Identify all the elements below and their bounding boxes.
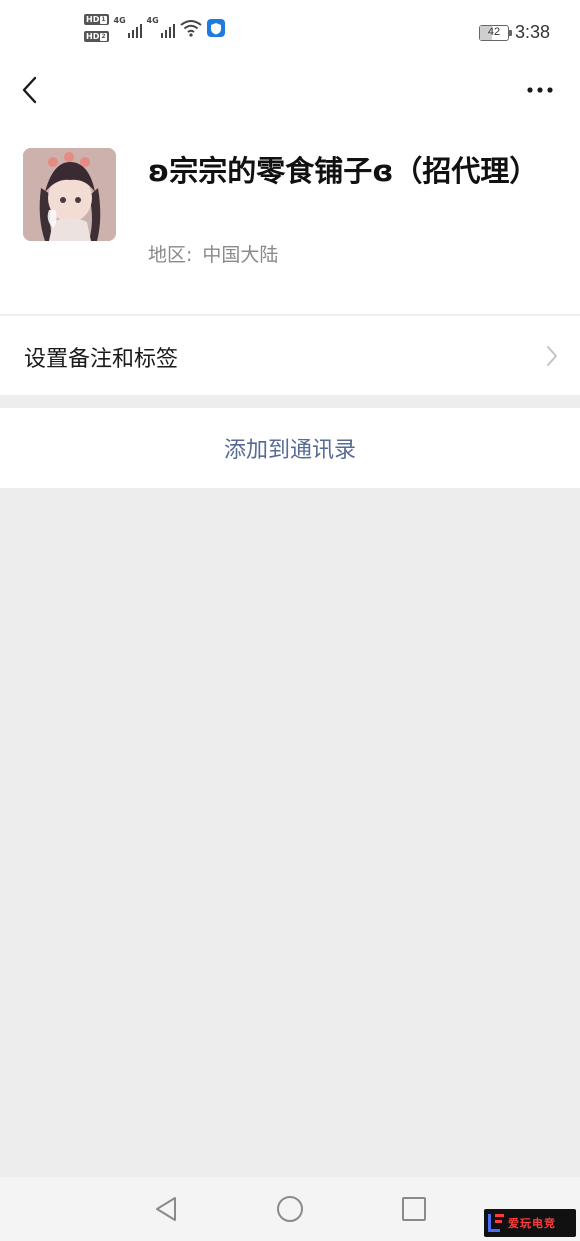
watermark-icon [487, 1212, 505, 1234]
back-triangle-icon [156, 1197, 176, 1221]
watermark-text: 爱玩电竞 [508, 1217, 556, 1230]
network-type-1: 4G [113, 16, 126, 25]
recents-square-icon [402, 1197, 426, 1221]
contact-profile-screen: HD 1 HD 2 4G 4G 42 3:38 ʚ宗宗的零食铺子ɞ（招代理） 地… [0, 0, 580, 1241]
status-left: HD 1 HD 2 4G 4G [84, 14, 225, 42]
home-circle-icon [277, 1196, 303, 1222]
avatar[interactable] [23, 148, 116, 241]
battery-icon: 42 [478, 24, 512, 41]
avatar-image [23, 148, 116, 241]
set-remark-and-tags-row[interactable]: 设置备注和标签 [0, 315, 580, 395]
chevron-right-icon [547, 346, 557, 366]
signal-icon: 4G [113, 16, 142, 38]
region-value: 中国大陆 [202, 244, 279, 266]
shield-icon [206, 19, 225, 37]
status-time: 3:38 [514, 22, 550, 42]
region-row: 地区: 中国大陆 [148, 240, 278, 267]
wifi-icon [179, 19, 202, 37]
add-to-contacts-button[interactable]: 添加到通讯录 [0, 408, 580, 488]
hd-sim2-index: 2 [100, 32, 107, 41]
signal-icon: 4G [146, 16, 175, 38]
hd-sim1-index: 1 [100, 15, 107, 24]
hd-sim1-icon: HD 1 [84, 14, 109, 25]
profile-card: ʚ宗宗的零食铺子ɞ（招代理） 地区: 中国大陆 [0, 114, 580, 314]
network-type-2: 4G [146, 16, 159, 25]
hd-sim1-label: HD [86, 15, 100, 24]
status-right: 42 3:38 [478, 22, 550, 43]
more-dots-icon [527, 87, 553, 93]
hd-sim2-label: HD [86, 32, 100, 41]
hd-sim2-icon: HD 2 [84, 31, 109, 42]
system-recents-button[interactable] [396, 1191, 432, 1227]
system-back-button[interactable] [148, 1191, 184, 1227]
watermark-logo: 爱玩电竞 [484, 1209, 576, 1237]
nickname: ʚ宗宗的零食铺子ɞ（招代理） [148, 154, 539, 188]
battery-level: 42 [487, 25, 501, 38]
add-to-contacts-label: 添加到通讯录 [223, 438, 356, 463]
nav-bar [0, 66, 580, 114]
system-home-button[interactable] [272, 1191, 308, 1227]
chevron-left-icon [22, 76, 37, 104]
hd-sim-stack: HD 1 HD 2 [84, 14, 109, 42]
remark-label: 设置备注和标签 [24, 347, 179, 372]
back-button[interactable] [14, 74, 46, 106]
more-button[interactable] [520, 74, 560, 106]
status-bar: HD 1 HD 2 4G 4G 42 3:38 [0, 0, 580, 66]
region-label: 地区: [148, 244, 193, 266]
